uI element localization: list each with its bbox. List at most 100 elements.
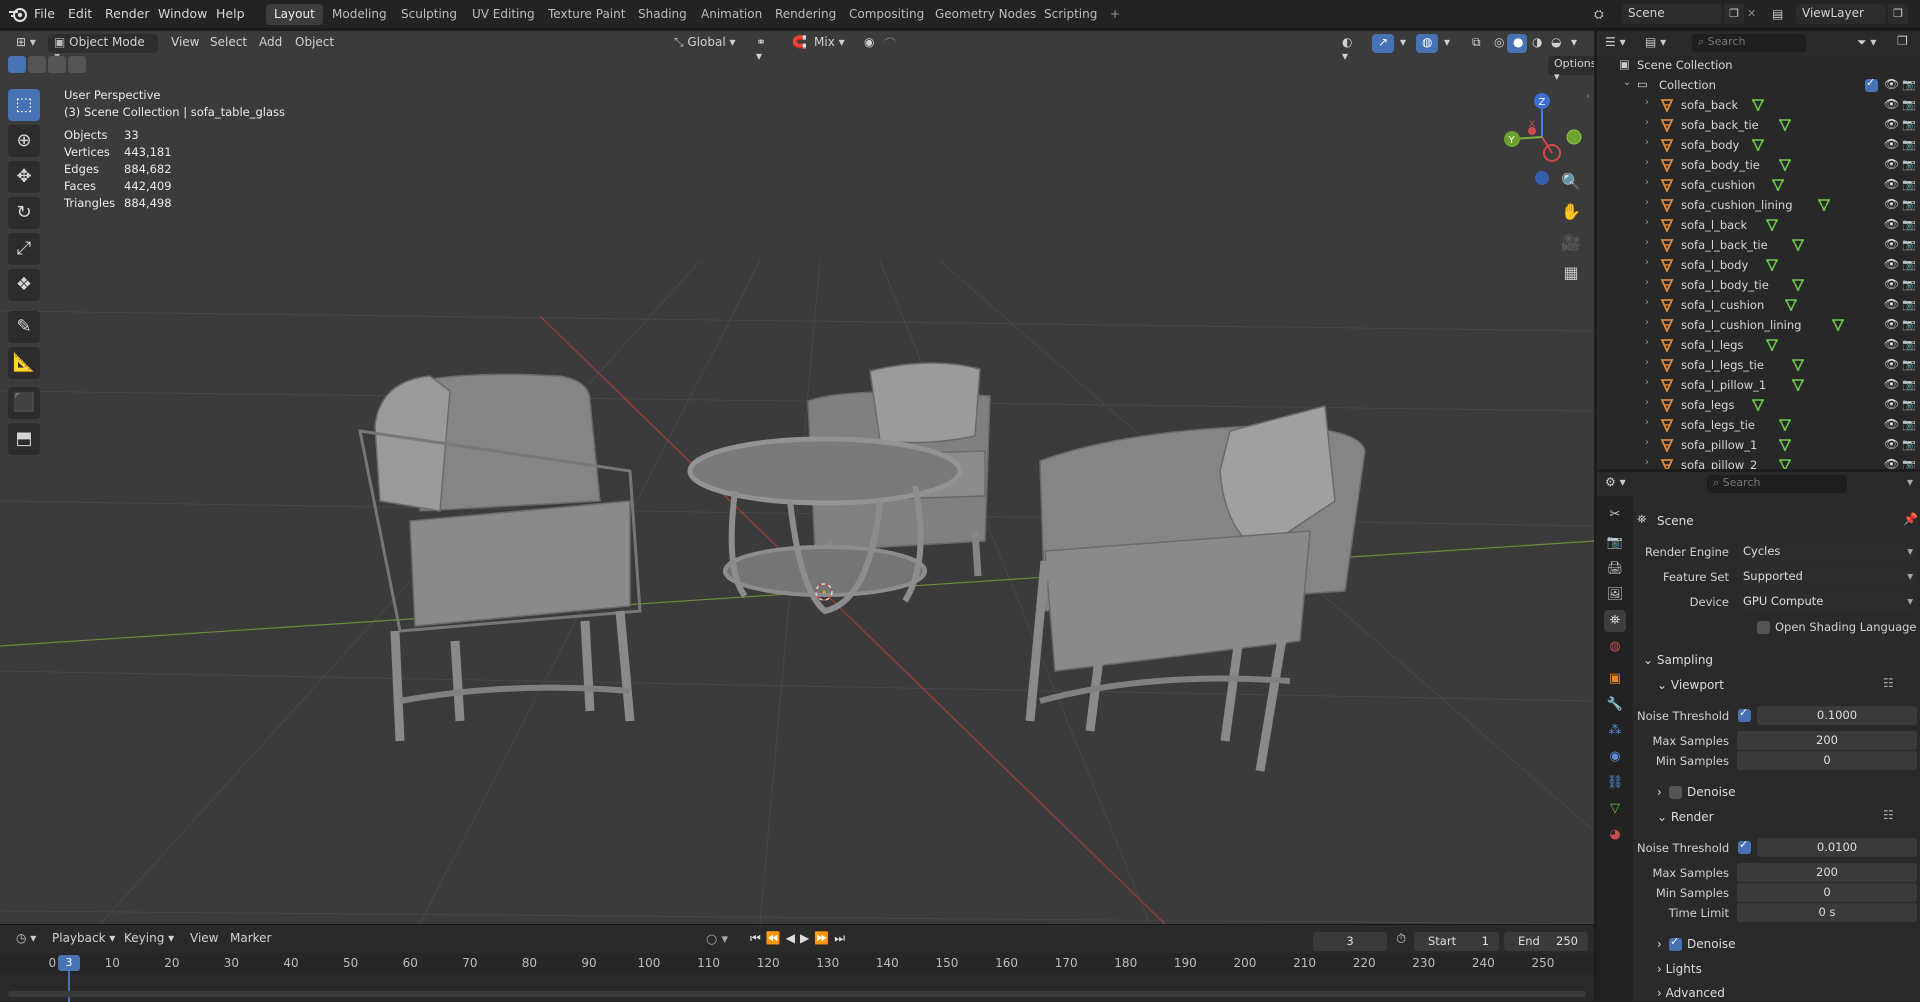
overlay-toggle-icon[interactable]: ◍ bbox=[1416, 34, 1438, 53]
perspective-toggle-icon[interactable]: ▦ bbox=[1558, 260, 1584, 286]
viewport-subsection[interactable]: ⌄ Viewport bbox=[1657, 678, 1724, 692]
end-frame-field[interactable]: End 250 bbox=[1504, 932, 1588, 951]
vp-denoise-subsection[interactable]: › bbox=[1657, 785, 1662, 799]
render-presets-icon[interactable]: ☷ bbox=[1883, 808, 1894, 822]
shading-dropdown-icon[interactable]: ▾ bbox=[1565, 34, 1583, 53]
viewport-presets-icon[interactable]: ☷ bbox=[1883, 676, 1894, 690]
menu-window[interactable]: Window bbox=[158, 6, 207, 21]
pin-icon[interactable]: 📌 bbox=[1903, 512, 1918, 526]
add-cube-tool-icon[interactable]: ⬛ bbox=[8, 387, 40, 419]
render-camera-icon[interactable]: 📷 bbox=[1902, 438, 1916, 451]
tab-animation[interactable]: Animation bbox=[693, 4, 770, 25]
menu-select[interactable]: Select bbox=[204, 34, 253, 53]
vp-min-samples-field[interactable]: 0 bbox=[1737, 751, 1917, 770]
wireframe-shading-icon[interactable]: ◎ bbox=[1488, 34, 1508, 53]
expand-arrow-icon[interactable]: › bbox=[1645, 417, 1649, 428]
render-camera-icon[interactable]: 📷 bbox=[1902, 178, 1916, 191]
visibility-eye-icon[interactable]: 👁 bbox=[1884, 157, 1899, 171]
visibility-eye-icon[interactable]: 👁 bbox=[1884, 357, 1899, 371]
delete-scene-icon[interactable]: ✕ bbox=[1747, 4, 1763, 24]
visibility-eye-icon[interactable]: 👁 bbox=[1884, 297, 1899, 311]
data-tab-icon[interactable]: ▽ bbox=[1604, 798, 1626, 820]
menu-object[interactable]: Object bbox=[289, 34, 340, 53]
osl-checkbox[interactable] bbox=[1757, 621, 1770, 634]
visibility-eye-icon[interactable]: 👁 bbox=[1884, 437, 1899, 451]
render-camera-icon[interactable]: 📷 bbox=[1902, 278, 1916, 291]
falloff-icon[interactable]: ⌒ bbox=[878, 34, 912, 53]
collection-eye-icon[interactable]: 👁 bbox=[1884, 77, 1899, 91]
render-camera-icon[interactable]: 📷 bbox=[1902, 158, 1916, 171]
expand-arrow-icon[interactable]: › bbox=[1645, 137, 1649, 148]
expand-arrow-icon[interactable]: › bbox=[1645, 457, 1649, 468]
mesh-data-icon[interactable] bbox=[1792, 379, 1804, 391]
tab-sculpting[interactable]: Sculpting bbox=[393, 4, 465, 25]
particles-tab-icon[interactable]: ⁂ bbox=[1604, 720, 1626, 742]
overlay-dropdown-icon[interactable]: ▾ bbox=[1438, 34, 1454, 53]
vp-noise-threshold-field[interactable]: 0.1000 bbox=[1757, 706, 1917, 725]
render-camera-icon[interactable]: 📷 bbox=[1902, 338, 1916, 351]
r-noise-threshold-checkbox[interactable] bbox=[1738, 838, 1751, 854]
visibility-eye-icon[interactable]: 👁 bbox=[1884, 217, 1899, 231]
mesh-data-icon[interactable] bbox=[1765, 219, 1778, 231]
xray-icon[interactable]: ⧉ bbox=[1466, 34, 1488, 53]
outliner-search-input[interactable]: ⌕ Search bbox=[1692, 34, 1806, 52]
properties-editor-type-icon[interactable]: ⚙ ▾ bbox=[1605, 475, 1626, 489]
rotate-tool-icon[interactable]: ↻ bbox=[8, 197, 40, 229]
menu-playback[interactable]: Playback ▾ bbox=[46, 930, 121, 949]
tab-scripting[interactable]: Scripting bbox=[1036, 4, 1105, 25]
new-collection-icon[interactable]: ❐ bbox=[1897, 34, 1908, 48]
render-camera-icon[interactable]: 📷 bbox=[1902, 138, 1916, 151]
outliner-object-row[interactable]: › sofa_body 👁 📷 bbox=[1597, 135, 1920, 155]
view-layer-tab-icon[interactable]: 🖼 bbox=[1604, 584, 1626, 606]
camera-view-icon[interactable]: 🎥 bbox=[1558, 230, 1584, 256]
tab-compositing[interactable]: Compositing bbox=[841, 4, 932, 25]
render-camera-icon[interactable]: 📷 bbox=[1902, 358, 1916, 371]
mesh-data-icon[interactable] bbox=[1752, 399, 1765, 411]
render-camera-icon[interactable]: 📷 bbox=[1902, 298, 1916, 311]
outliner-object-row[interactable]: › sofa_cushion 👁 📷 bbox=[1597, 175, 1920, 195]
visibility-eye-icon[interactable]: 👁 bbox=[1884, 177, 1899, 191]
modifier-tab-icon[interactable]: 🔧 bbox=[1604, 694, 1626, 716]
outliner-object-row[interactable]: › sofa_l_cushion_lining 👁 📷 bbox=[1597, 315, 1920, 335]
expand-arrow-icon[interactable]: › bbox=[1645, 217, 1649, 228]
render-camera-icon[interactable]: 📷 bbox=[1902, 118, 1916, 131]
vp-noise-threshold-checkbox[interactable] bbox=[1738, 706, 1751, 722]
gizmo-neg-z-axis[interactable] bbox=[1535, 171, 1549, 185]
scene-collection-row[interactable]: ▣ Scene Collection bbox=[1597, 55, 1920, 75]
select-extend-icon[interactable] bbox=[28, 56, 46, 73]
mesh-data-icon[interactable] bbox=[1792, 279, 1804, 291]
lights-subsection[interactable]: › Lights bbox=[1657, 962, 1702, 976]
collection-row[interactable]: ⌄ ▭ Collection 👁 📷 bbox=[1597, 75, 1920, 95]
outliner-object-row[interactable]: › sofa_l_cushion 👁 📷 bbox=[1597, 295, 1920, 315]
solid-shading-icon[interactable]: ● bbox=[1507, 34, 1527, 53]
select-invert-icon[interactable] bbox=[68, 56, 86, 73]
add-object-tool-icon[interactable]: ⬒ bbox=[8, 423, 40, 455]
vp-max-samples-field[interactable]: 200 bbox=[1737, 731, 1917, 750]
expand-arrow-icon[interactable]: › bbox=[1645, 157, 1649, 168]
visibility-eye-icon[interactable]: 👁 bbox=[1884, 457, 1899, 469]
visibility-eye-icon[interactable]: 👁 bbox=[1884, 97, 1899, 111]
new-scene-icon[interactable]: ❐ bbox=[1724, 4, 1744, 24]
outliner-object-row[interactable]: › sofa_l_back_tie 👁 📷 bbox=[1597, 235, 1920, 255]
collection-expand-icon[interactable]: ⌄ bbox=[1623, 77, 1631, 88]
outliner-object-row[interactable]: › sofa_pillow_2 👁 📷 bbox=[1597, 455, 1920, 469]
r-denoise-checkbox[interactable] bbox=[1669, 935, 1682, 951]
tab-modeling[interactable]: Modeling bbox=[324, 4, 395, 25]
r-max-samples-field[interactable]: 200 bbox=[1737, 863, 1917, 882]
outliner-object-row[interactable]: › sofa_l_legs 👁 📷 bbox=[1597, 335, 1920, 355]
visibility-eye-icon[interactable]: 👁 bbox=[1884, 197, 1899, 211]
expand-arrow-icon[interactable]: › bbox=[1645, 437, 1649, 448]
material-tab-icon[interactable]: ◕ bbox=[1604, 824, 1626, 846]
mode-dropdown[interactable]: ▣ Object Mode ▾ bbox=[48, 34, 158, 63]
record-icon[interactable]: ○ ▾ bbox=[706, 932, 728, 947]
tab-layout[interactable]: Layout bbox=[266, 4, 323, 25]
options-dropdown[interactable]: Options ▾ bbox=[1548, 56, 1594, 83]
pan-hand-icon[interactable]: ✋ bbox=[1558, 199, 1584, 225]
expand-arrow-icon[interactable]: › bbox=[1645, 257, 1649, 268]
visibility-eye-icon[interactable]: 👁 bbox=[1884, 117, 1899, 131]
outliner-object-row[interactable]: › sofa_l_body_tie 👁 📷 bbox=[1597, 275, 1920, 295]
snap-mode-dropdown[interactable]: Mix ▾ bbox=[808, 34, 852, 53]
expand-arrow-icon[interactable]: › bbox=[1645, 177, 1649, 188]
move-tool-icon[interactable]: ✥ bbox=[8, 161, 40, 193]
expand-arrow-icon[interactable]: › bbox=[1645, 237, 1649, 248]
